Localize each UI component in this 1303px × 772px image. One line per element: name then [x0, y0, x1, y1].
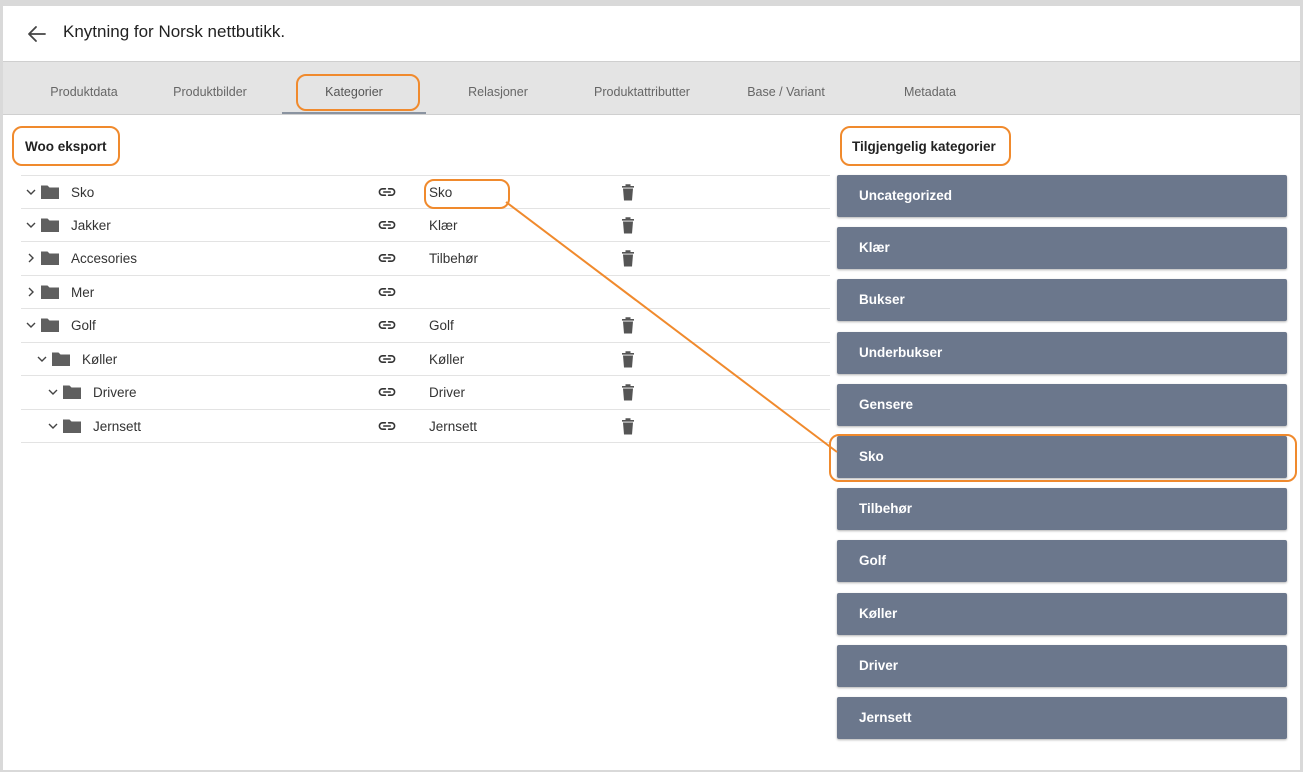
folder-icon — [63, 419, 81, 433]
available-category-list: Uncategorized Klær Bukser Underbukser Genser… — [837, 175, 1287, 749]
tree-row-label: Mer — [71, 284, 95, 300]
tree-row-label: Golf — [71, 318, 96, 333]
category-item[interactable]: Bukser — [837, 279, 1287, 322]
category-item[interactable]: Golf — [837, 540, 1287, 583]
chevron-down-icon[interactable] — [25, 186, 37, 198]
category-item[interactable]: Uncategorized — [837, 175, 1287, 217]
mapped-category: Sko — [429, 185, 453, 200]
tree-row-label: Køller — [82, 351, 118, 367]
tab-bar: Produktdata Produktbilder Kategorier Rel… — [3, 62, 1300, 115]
tab-produktbilder[interactable]: Produktbilder — [147, 62, 273, 114]
chevron-down-icon[interactable] — [47, 386, 59, 398]
tree-row-label: Sko — [71, 185, 95, 200]
tree-row-label: Drivere — [93, 385, 137, 400]
mapped-category: Klær — [429, 217, 458, 233]
mapped-category: Tilbehør — [429, 251, 479, 266]
tree-row[interactable]: Køller Køller — [21, 343, 830, 376]
page-title: Knytning for Norsk nettbutikk. — [63, 22, 286, 41]
tab-metadata[interactable]: Metadata — [867, 62, 993, 114]
tree-row-label: Accesories — [71, 251, 138, 266]
category-item[interactable]: Underbukser — [837, 331, 1287, 374]
chevron-down-icon[interactable] — [25, 319, 37, 331]
folder-icon — [41, 318, 59, 332]
folder-icon — [52, 352, 70, 366]
tab-relasjoner[interactable]: Relasjoner — [433, 62, 563, 114]
folder-icon — [63, 385, 81, 399]
link-icon[interactable] — [377, 384, 397, 400]
mapped-category: Jernsett — [429, 418, 478, 434]
link-icon[interactable] — [377, 418, 397, 434]
category-item[interactable]: Sko — [837, 435, 1287, 478]
tree-row-label: Jernsett — [93, 418, 142, 434]
trash-icon[interactable] — [621, 417, 635, 435]
tree-row[interactable]: Golf Golf — [21, 309, 830, 343]
chevron-right-icon[interactable] — [25, 252, 37, 264]
tree-row[interactable]: Sko Sko — [21, 175, 830, 209]
chevron-right-icon[interactable] — [25, 286, 37, 298]
link-icon[interactable] — [377, 351, 397, 367]
folder-icon — [41, 251, 59, 265]
trash-icon[interactable] — [621, 183, 635, 201]
mapped-category: Golf — [429, 318, 454, 333]
trash-icon[interactable] — [621, 383, 635, 401]
page-header: Knytning for Norsk nettbutikk. — [3, 6, 1300, 62]
tree-row-label: Jakker — [71, 217, 111, 233]
category-item[interactable]: Køller — [837, 592, 1287, 635]
link-icon[interactable] — [377, 184, 397, 200]
tree-row[interactable]: Accesories Tilbehør — [21, 242, 830, 276]
folder-icon — [41, 285, 59, 299]
category-item[interactable]: Driver — [837, 644, 1287, 687]
category-item[interactable]: Tilbehør — [837, 488, 1287, 531]
link-icon[interactable] — [377, 284, 397, 300]
folder-icon — [41, 185, 59, 199]
chevron-down-icon[interactable] — [47, 420, 59, 432]
mapped-category: Køller — [429, 351, 465, 367]
chevron-down-icon[interactable] — [25, 219, 37, 231]
link-icon[interactable] — [377, 250, 397, 266]
tree-row[interactable]: Mer — [21, 276, 830, 309]
category-tree: Sko Sko Jakker Klær Accesories Tilbehør Mer Gol… — [21, 175, 830, 443]
tab-kategorier[interactable]: Kategorier — [282, 62, 426, 114]
category-item[interactable]: Jernsett — [837, 696, 1287, 739]
tab-produktdata[interactable]: Produktdata — [21, 62, 147, 114]
folder-icon — [41, 218, 59, 232]
link-icon[interactable] — [377, 317, 397, 333]
woo-export-title: Woo eksport — [25, 139, 107, 154]
trash-icon[interactable] — [621, 249, 635, 267]
tree-row[interactable]: Drivere Driver — [21, 376, 830, 410]
trash-icon[interactable] — [621, 350, 635, 368]
arrow-left-icon[interactable] — [25, 22, 49, 46]
available-categories-title: Tilgjengelig kategorier — [852, 139, 996, 154]
tree-row[interactable]: Jakker Klær — [21, 209, 830, 242]
mapped-category: Driver — [429, 385, 465, 400]
tab-base-variant[interactable]: Base / Variant — [723, 62, 849, 114]
category-item[interactable]: Gensere — [837, 383, 1287, 426]
category-item[interactable]: Klær — [837, 227, 1287, 270]
app-window: Knytning for Norsk nettbutikk. Produktda… — [3, 6, 1300, 770]
tree-row[interactable]: Jernsett Jernsett — [21, 410, 830, 443]
link-icon[interactable] — [377, 217, 397, 233]
chevron-down-icon[interactable] — [36, 353, 48, 365]
tab-produktattributter[interactable]: Produktattributter — [579, 62, 705, 114]
trash-icon[interactable] — [621, 316, 635, 334]
trash-icon[interactable] — [621, 216, 635, 234]
